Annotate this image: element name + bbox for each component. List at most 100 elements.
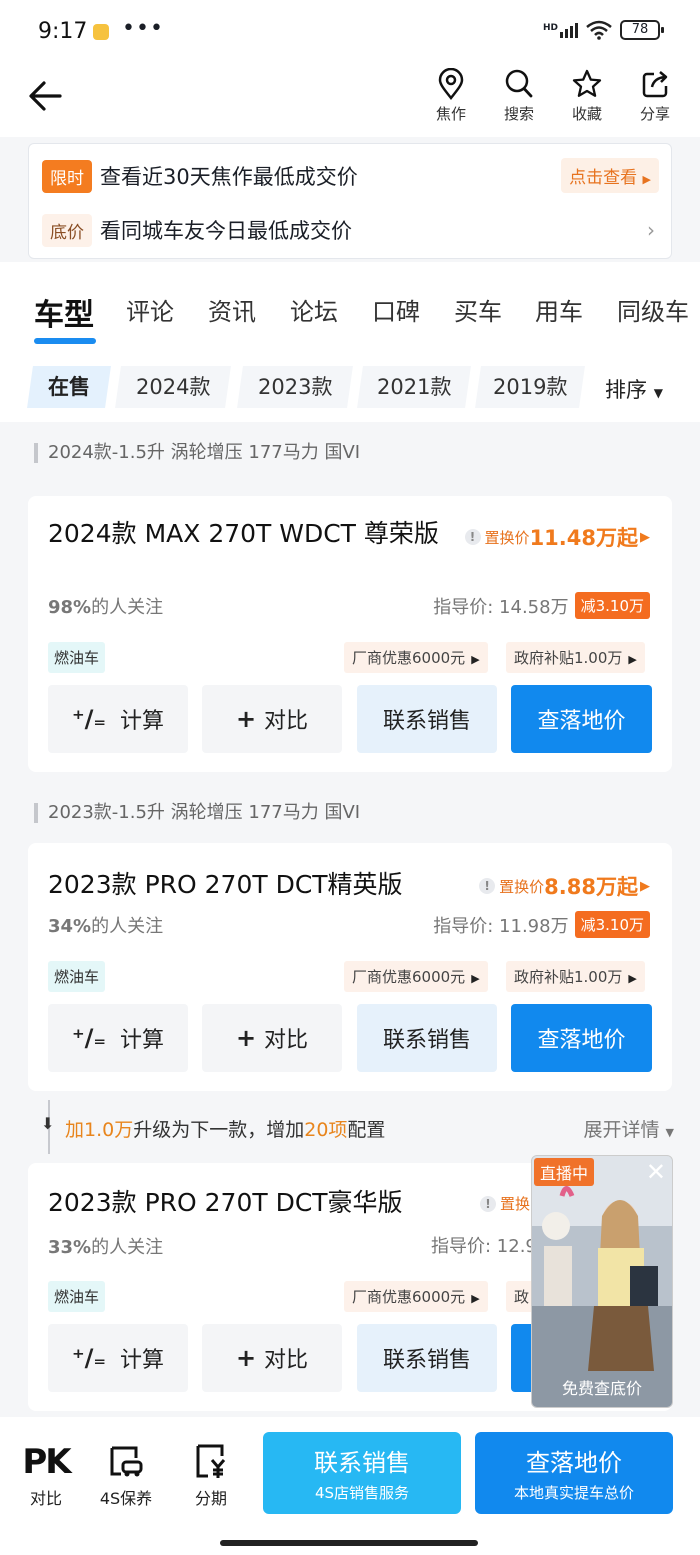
bottom-contact-sales-button[interactable]: 联系销售 4S店销售服务 [263,1432,461,1514]
tab-reviews[interactable]: 评论 [126,292,174,327]
plus-icon: + [235,1024,257,1052]
section-label-2024: 2024款-1.5升 涡轮增压 177马力 国VI [34,443,360,463]
promo-row-base-price[interactable]: 底价 看同城车友今日最低成交价 [42,212,352,248]
manufacturer-discount[interactable]: 厂商优惠6000元 ▶ [344,961,488,992]
swap-price[interactable]: ! 置换 [480,1193,530,1214]
triangle-right-icon: ▶ [642,173,651,186]
calculate-button[interactable]: ⁺∕₌ 计算 [48,685,188,753]
car-card[interactable]: 2024款 MAX 270T WDCT 尊荣版 ! 置换价 11.48万起 ▶ … [28,496,672,772]
chip-2019[interactable]: 2019款 [475,366,585,408]
signal-icon: HD [542,22,578,38]
expand-label: 展开详情 [583,1119,660,1141]
chip-2024[interactable]: 2024款 [115,366,231,408]
tab-news[interactable]: 资讯 [208,292,256,327]
swap-price-value: 8.88万起 [544,875,638,899]
maintenance-tab[interactable]: 4S保养 [94,1439,158,1509]
compare-button[interactable]: + 对比 [202,1324,342,1392]
promo-row-limited[interactable]: 限时 查看近30天焦作最低成交价 [42,158,358,194]
compare-tab[interactable]: PK 对比 [14,1439,78,1509]
button-label: 计算 [120,1028,165,1053]
contact-sales-button[interactable]: 联系销售 [357,1004,497,1072]
tab-reputation[interactable]: 口碑 [372,292,420,327]
share-button[interactable]: 分享 [625,68,685,124]
calculate-button[interactable]: ⁺∕₌ 计算 [48,1004,188,1072]
car-service-icon [94,1439,158,1483]
contact-title: 联系销售 [314,1449,410,1477]
arrow-down-icon: ⬇ [41,1114,55,1133]
swap-price[interactable]: ! 置换价 11.48万起 ▶ [464,522,650,552]
button-label: 查落地价 [537,709,626,734]
car-card[interactable]: 2023款 PRO 270T DCT精英版 ! 置换价 8.88万起 ▶ 34%… [28,843,672,1091]
chip-2023[interactable]: 2023款 [237,366,353,408]
base-price-tag: 底价 [42,213,92,247]
close-icon[interactable]: ✕ [646,1158,666,1186]
installment-tab[interactable]: 分期 [179,1439,243,1509]
tab-models[interactable]: 车型 [34,290,94,334]
sort-button[interactable]: 排序 ▼ [605,374,663,404]
car-title: 2024款 MAX 270T WDCT 尊荣版 [48,519,439,548]
follow-percent: 33% [48,1237,92,1258]
search-button[interactable]: 搜索 [489,68,549,124]
compare-button[interactable]: + 对比 [202,1004,342,1072]
calculator-icon: ⁺∕₌ [71,1344,107,1372]
follow-percent: 34% [48,916,92,937]
check-price-button[interactable]: 查落地价 [511,685,652,753]
perk-label: 政府补贴1.00万 [514,968,623,986]
button-label: 对比 [264,1348,309,1373]
chip-label: 2023款 [257,375,333,399]
live-stream-window[interactable]: 直播中 ✕ 免费查底价 [531,1155,673,1408]
expand-details-button[interactable]: 展开详情 ▼ [583,1115,674,1142]
chevron-right-icon[interactable]: › [647,218,655,242]
calculate-button[interactable]: ⁺∕₌ 计算 [48,1324,188,1392]
tab-use-car[interactable]: 用车 [535,292,583,327]
info-icon: ! [464,529,481,545]
tab-similar-cars[interactable]: 同级车 [617,292,689,327]
perk-label: 政 [514,1288,530,1306]
triangle-right-icon: ▶ [628,653,637,666]
follow-text: 的人关注 [91,597,164,618]
chip-2021[interactable]: 2021款 [357,366,471,408]
follow-rate: 34%的人关注 [48,912,163,938]
home-indicator [220,1540,478,1546]
top-nav: 焦作 搜索 收藏 分享 [0,62,700,137]
favorite-button[interactable]: 收藏 [557,68,617,124]
triangle-right-icon: ▶ [471,653,480,666]
compare-button[interactable]: + 对比 [202,685,342,753]
contact-sales-button[interactable]: 联系销售 [357,685,497,753]
swap-price[interactable]: ! 置换价 8.88万起 ▶ [479,871,650,901]
promo-today-price-text: 看同城车友今日最低成交价 [100,219,352,243]
fuel-type-tag: 燃油车 [48,642,106,673]
chip-label: 2024款 [135,375,211,399]
contact-sales-button[interactable]: 联系销售 [357,1324,497,1392]
guide-price-text: 指导价: 12.9 [431,1236,537,1257]
dropdown-triangle-icon: ▼ [653,386,663,400]
manufacturer-discount[interactable]: 厂商优惠6000元 ▶ [344,642,488,673]
manufacturer-discount[interactable]: 厂商优惠6000元 ▶ [344,1281,488,1312]
button-label: 联系销售 [382,1028,471,1053]
government-subsidy[interactable]: 政府补贴1.00万 ▶ [506,961,645,992]
search-icon [505,69,533,98]
government-subsidy[interactable]: 政府补贴1.00万 ▶ [506,642,645,673]
car-title: 2023款 PRO 270T DCT精英版 [48,870,403,899]
chip-on-sale[interactable]: 在售 [27,366,111,408]
city-button[interactable]: 焦作 [421,68,481,124]
upgrade-price: 加1.0万 [65,1119,134,1141]
tab-forum[interactable]: 论坛 [290,292,338,327]
promo-lowest-price-text: 查看近30天焦作最低成交价 [100,165,358,189]
tab-buy-car[interactable]: 买车 [454,292,502,327]
chip-label: 2021款 [376,375,452,399]
check-now-button[interactable]: 点击查看 ▶ [561,158,659,193]
favorite-label: 收藏 [571,105,602,123]
swap-price-value: 11.48万起 [529,526,638,550]
network-type: HD [542,22,558,33]
check-price-button[interactable]: 查落地价 [511,1004,652,1072]
guide-price-text: 指导价: 14.58万 [433,596,569,618]
bottom-check-price-button[interactable]: 查落地价 本地真实提车总价 [475,1432,673,1514]
button-label: 计算 [120,1348,165,1373]
back-arrow-icon[interactable] [26,76,66,116]
follow-rate: 98%的人关注 [48,593,163,619]
year-filter-bar: 在售 2024款 2023款 2021款 2019款 排序 ▼ [0,356,700,422]
button-label: 对比 [264,709,309,734]
installment-icon [179,1439,243,1483]
button-label: 联系销售 [382,709,471,734]
